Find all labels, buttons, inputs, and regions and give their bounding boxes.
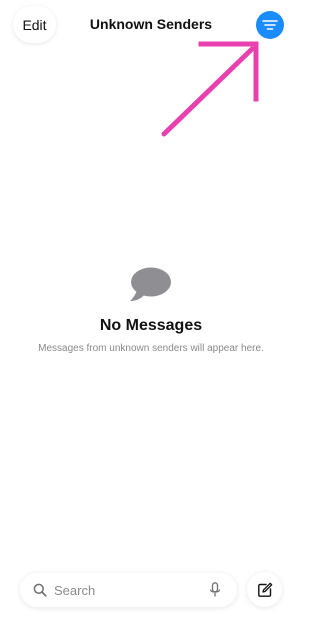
search-input[interactable] <box>54 581 204 599</box>
search-bar[interactable] <box>20 573 237 607</box>
filter-lines-icon <box>262 20 278 30</box>
annotation-arrow <box>161 41 259 137</box>
filter-button[interactable] <box>256 11 284 39</box>
microphone-icon[interactable] <box>209 582 221 598</box>
empty-state-title: No Messages <box>99 317 203 334</box>
magnifying-glass-icon <box>33 583 47 597</box>
unknown-senders-screen: Edit Unknown Senders No Messages Message… <box>0 0 302 628</box>
empty-state-subtitle: Messages from unknown senders will appea… <box>38 343 264 354</box>
compose-icon <box>257 582 272 597</box>
compose-button[interactable] <box>247 572 282 607</box>
message-bubble-icon <box>130 267 171 301</box>
